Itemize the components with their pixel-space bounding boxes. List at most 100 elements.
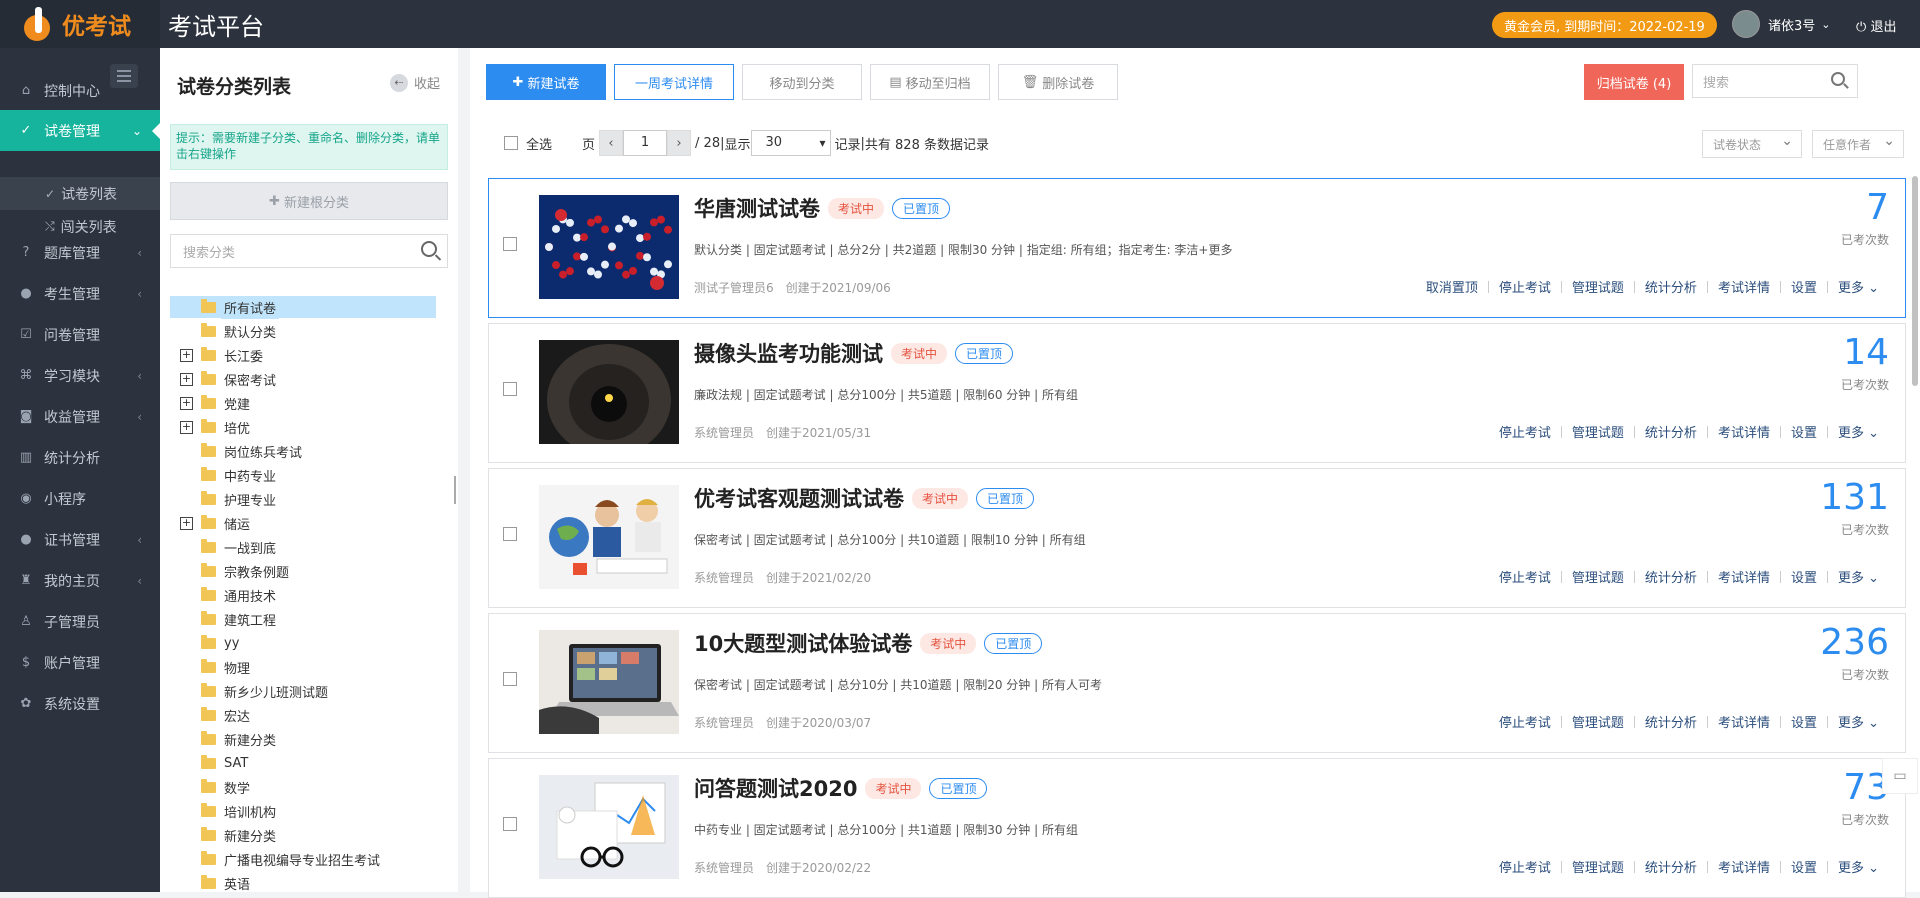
exam-thumbnail[interactable] (539, 340, 679, 456)
expand-icon[interactable]: + (180, 396, 193, 410)
exam-action-link[interactable]: 设置 (1781, 712, 1827, 731)
tree-node[interactable]: 一战到底 (170, 536, 450, 558)
exam-action-link[interactable]: 停止考试 (1489, 857, 1561, 876)
exam-action-link[interactable]: 更多 ⌄ (1828, 277, 1889, 296)
exam-action-link[interactable]: 设置 (1781, 857, 1827, 876)
exam-action-link[interactable]: 更多 ⌄ (1828, 712, 1889, 731)
exam-action-link[interactable]: 取消置顶 (1416, 277, 1488, 296)
message-icon[interactable]: ▭ (1882, 758, 1918, 794)
move-to-archive-button[interactable]: ▤ 移动至归档 (870, 64, 990, 100)
exam-action-link[interactable]: 更多 ⌄ (1828, 567, 1889, 586)
exam-action-link[interactable]: 设置 (1781, 422, 1827, 441)
tree-node[interactable]: + 保密考试 (170, 368, 450, 390)
tree-node[interactable]: 宗教条例题 (170, 560, 450, 582)
search-icon[interactable] (421, 241, 437, 257)
tree-node[interactable]: 新乡少儿班测试题 (170, 680, 450, 702)
tree-node[interactable]: 英语 (170, 872, 450, 894)
tree-node[interactable]: 培训机构 (170, 800, 450, 822)
exam-card[interactable]: 摄像头监考功能测试 考试中 已置顶 廉政法规 | 固定试题考试 | 总分100分 | … (488, 323, 1906, 463)
exam-checkbox[interactable] (503, 237, 517, 251)
author-filter-select[interactable]: 任意作者 (1812, 130, 1904, 158)
tree-node[interactable]: 建筑工程 (170, 608, 450, 630)
search-icon[interactable] (1831, 72, 1845, 86)
status-filter-select[interactable]: 试卷状态 (1702, 130, 1802, 158)
sidebar-item-5[interactable]: ⌘ 学习模块 ‹ (0, 355, 160, 396)
sidebar-item-10[interactable]: ♜ 我的主页 ‹ (0, 560, 160, 601)
exam-card[interactable]: 问答题测试2020 考试中 已置顶 中药专业 | 固定试题考试 | 总分100分 | … (488, 758, 1906, 898)
tree-node[interactable]: 数学 (170, 776, 450, 798)
exam-thumbnail[interactable] (539, 775, 679, 879)
sidebar-item-8[interactable]: ◉ 小程序 (0, 478, 160, 519)
exam-card[interactable]: 10大题型测试体验试卷 考试中 已置顶 保密考试 | 固定试题考试 | 总分10分 |… (488, 613, 1906, 753)
sidebar-item-9[interactable]: ● 证书管理 ‹ (0, 519, 160, 560)
exam-action-link[interactable]: 考试详情 (1708, 567, 1780, 586)
tree-node[interactable]: 新建分类 (170, 728, 450, 750)
exam-action-link[interactable]: 统计分析 (1635, 567, 1707, 586)
exam-thumbnail[interactable] (539, 630, 679, 734)
exam-thumbnail[interactable] (539, 485, 679, 589)
tree-node[interactable]: 宏达 (170, 704, 450, 726)
archived-exams-button[interactable]: 归档试卷 (4) (1584, 64, 1684, 100)
exam-action-link[interactable]: 更多 ⌄ (1828, 857, 1889, 876)
week-detail-button[interactable]: 一周考试详情 (614, 64, 734, 100)
next-page-button[interactable]: › (667, 130, 692, 156)
exam-action-link[interactable]: 管理试题 (1562, 857, 1634, 876)
expand-icon[interactable]: + (180, 420, 193, 434)
select-all-checkbox[interactable] (504, 136, 518, 150)
exam-title[interactable]: 问答题测试2020 考试中 已置顶 (694, 773, 988, 803)
exam-action-link[interactable]: 考试详情 (1708, 712, 1780, 731)
tree-node[interactable]: 新建分类 (170, 824, 450, 846)
category-search-input[interactable]: 搜索分类 (170, 234, 448, 268)
tree-node[interactable]: 所有试卷 (170, 295, 436, 319)
exam-card[interactable]: 华唐测试试卷 考试中 已置顶 默认分类 | 固定试题考试 | 总分2分 | 共2道题 … (488, 178, 1906, 318)
sidebar-item-12[interactable]: $ 账户管理 (0, 642, 160, 683)
new-root-category-button[interactable]: ✚ 新建根分类 (170, 182, 448, 220)
page-size-select[interactable]: 30 (750, 130, 831, 156)
expand-icon[interactable]: + (180, 348, 193, 362)
new-exam-button[interactable]: ✚ 新建试卷 (486, 64, 606, 100)
exam-action-link[interactable]: 设置 (1781, 567, 1827, 586)
tree-node[interactable]: SAT (170, 752, 450, 774)
exam-action-link[interactable]: 管理试题 (1562, 712, 1634, 731)
logout-button[interactable]: ⏻ 退出 (1856, 16, 1896, 35)
sidebar-item-7[interactable]: ▥ 统计分析 (0, 437, 160, 478)
exam-action-link[interactable]: 管理试题 (1562, 567, 1634, 586)
expand-icon[interactable]: + (180, 372, 193, 386)
exam-action-link[interactable]: 统计分析 (1635, 422, 1707, 441)
exam-action-link[interactable]: 考试详情 (1708, 857, 1780, 876)
tree-node[interactable]: 中药专业 (170, 464, 450, 486)
sidebar-item-4[interactable]: ☑ 问卷管理 (0, 314, 160, 355)
exam-action-link[interactable]: 更多 ⌄ (1828, 422, 1889, 441)
exam-checkbox[interactable] (503, 527, 517, 541)
exam-title[interactable]: 优考试客观题测试试卷 考试中 已置顶 (694, 483, 1035, 513)
move-to-category-button[interactable]: 移动到分类 (742, 64, 862, 100)
exam-action-link[interactable]: 管理试题 (1562, 277, 1634, 296)
tree-node[interactable]: + 储运 (170, 512, 450, 534)
vip-badge[interactable]: 黄金会员, 到期时间：2022-02-19 (1492, 12, 1717, 38)
page-input[interactable]: 1 (623, 130, 668, 156)
sidebar-subitem-0[interactable]: ✓ 试卷列表 (0, 177, 160, 210)
exam-action-link[interactable]: 统计分析 (1635, 712, 1707, 731)
sidebar-item-3[interactable]: ● 考生管理 ‹ (0, 273, 160, 314)
exam-thumbnail[interactable] (539, 195, 679, 299)
exam-action-link[interactable]: 停止考试 (1489, 712, 1561, 731)
exam-action-link[interactable]: 设置 (1781, 277, 1827, 296)
scrollbar[interactable] (1912, 176, 1918, 386)
sidebar-item-11[interactable]: ♙ 子管理员 (0, 601, 160, 642)
exam-action-link[interactable]: 停止考试 (1489, 422, 1561, 441)
sidebar-item-0[interactable]: ⌂ 控制中心 (0, 70, 160, 111)
exam-title[interactable]: 摄像头监考功能测试 考试中 已置顶 (694, 338, 1014, 368)
exam-action-link[interactable]: 停止考试 (1489, 567, 1561, 586)
sidebar-item-6[interactable]: ◙ 收益管理 ‹ (0, 396, 160, 437)
exam-checkbox[interactable] (503, 382, 517, 396)
exam-checkbox[interactable] (503, 817, 517, 831)
sidebar-item-1[interactable]: ✓ 试卷管理 ⌄ (0, 110, 160, 151)
exam-action-link[interactable]: 考试详情 (1708, 422, 1780, 441)
expand-icon[interactable]: + (180, 516, 193, 530)
exam-action-link[interactable]: 考试详情 (1708, 277, 1780, 296)
exam-title[interactable]: 10大题型测试体验试卷 考试中 已置顶 (694, 628, 1043, 658)
exam-title[interactable]: 华唐测试试卷 考试中 已置顶 (694, 193, 951, 223)
collapse-panel-button[interactable]: ⇠ 收起 (390, 73, 440, 92)
delete-exam-button[interactable]: 🗑 删除试卷 (998, 64, 1118, 100)
exam-action-link[interactable]: 管理试题 (1562, 422, 1634, 441)
